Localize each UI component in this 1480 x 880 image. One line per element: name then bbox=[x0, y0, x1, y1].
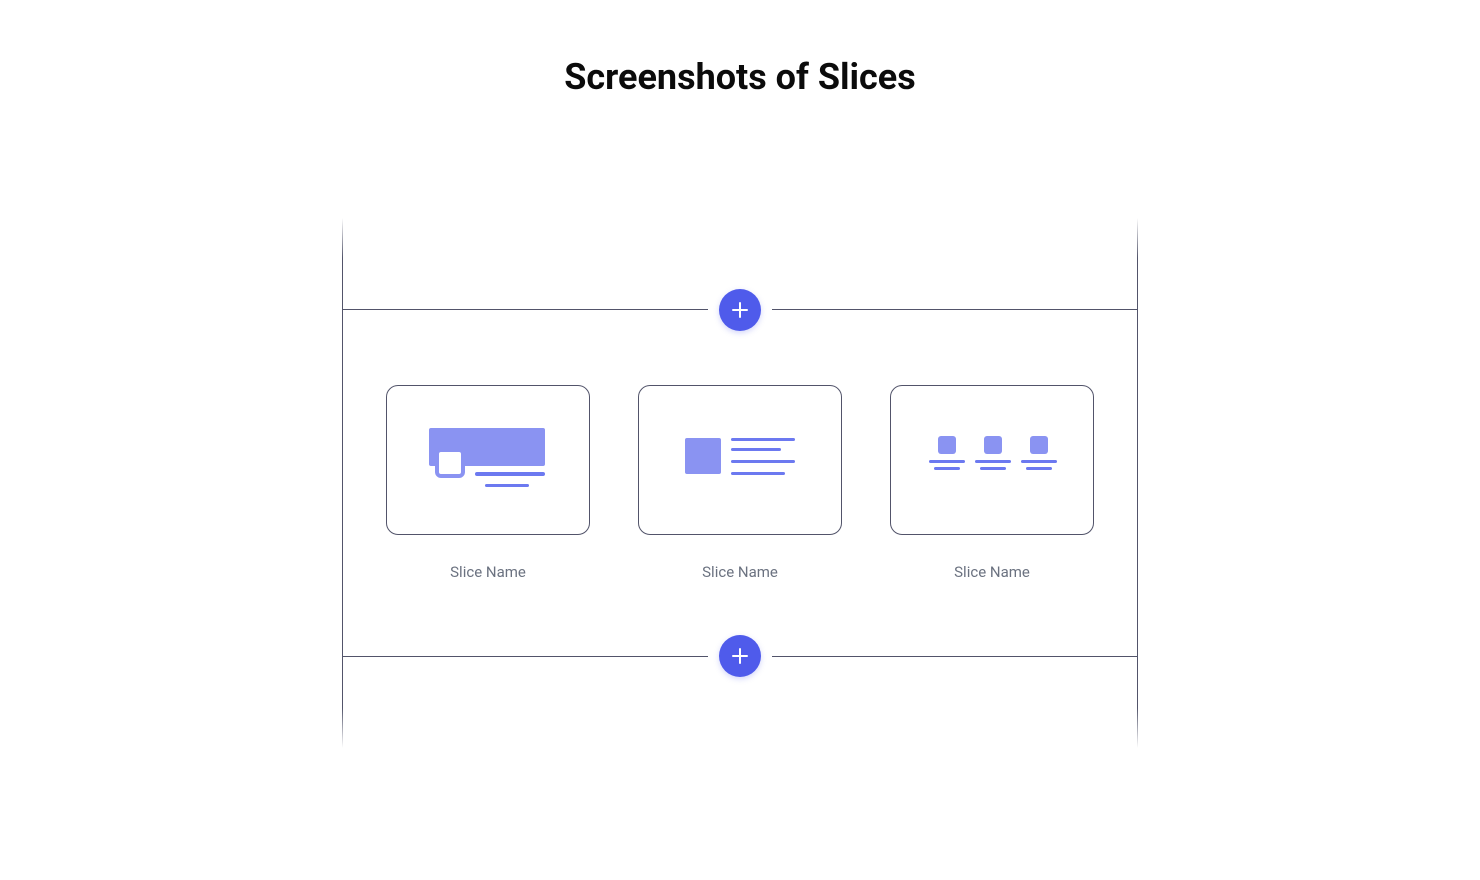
slice-item: Slice Name bbox=[386, 385, 590, 581]
slices-diagram: Slice Name Slice Name bbox=[342, 218, 1138, 748]
page-title: Screenshots of Slices bbox=[564, 56, 916, 98]
plus-icon bbox=[731, 647, 749, 665]
slice-label: Slice Name bbox=[954, 563, 1030, 581]
slice-item: Slice Name bbox=[638, 385, 842, 581]
mock-avatar bbox=[435, 448, 465, 478]
mock-col bbox=[1019, 436, 1059, 474]
mock-line bbox=[731, 460, 795, 463]
mock-line bbox=[731, 472, 785, 475]
slice-card[interactable] bbox=[890, 385, 1094, 535]
mock-line bbox=[475, 472, 545, 476]
slice-label: Slice Name bbox=[702, 563, 778, 581]
mock-image bbox=[685, 438, 721, 474]
mock-line bbox=[731, 438, 795, 441]
plus-icon bbox=[731, 301, 749, 319]
mock-col bbox=[973, 436, 1013, 474]
slices-row: Slice Name Slice Name bbox=[342, 310, 1138, 656]
add-slice-top-button[interactable] bbox=[719, 289, 761, 331]
slice-label: Slice Name bbox=[450, 563, 526, 581]
slice-item: Slice Name bbox=[890, 385, 1094, 581]
slice-card[interactable] bbox=[638, 385, 842, 535]
add-slice-bottom-button[interactable] bbox=[719, 635, 761, 677]
mock-line bbox=[485, 484, 529, 487]
mock-line bbox=[731, 448, 781, 451]
mock-col bbox=[927, 436, 967, 474]
slice-card[interactable] bbox=[386, 385, 590, 535]
